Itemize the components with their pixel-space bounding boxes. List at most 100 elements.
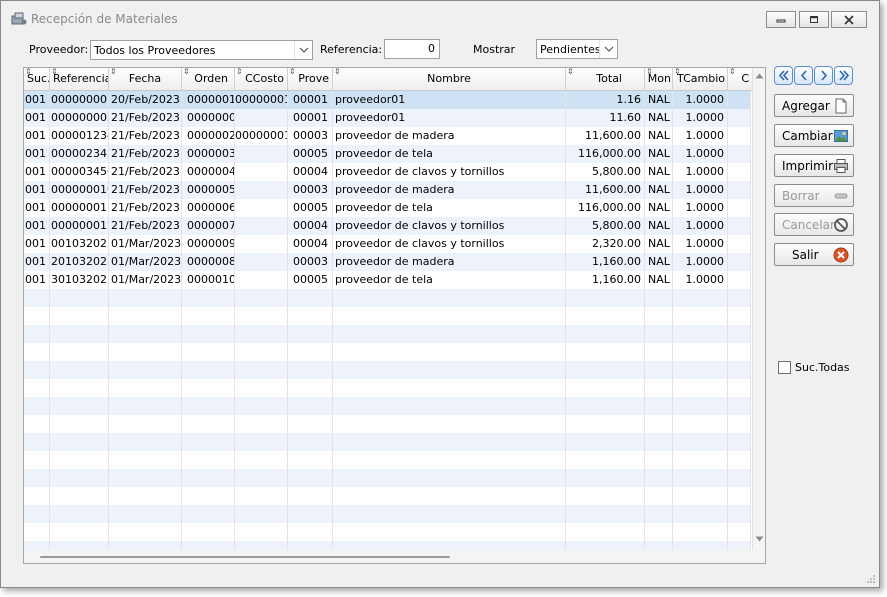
title-bar: Recepción de Materiales xyxy=(1,1,879,35)
maximize-button[interactable] xyxy=(799,11,829,28)
cambiar-button[interactable]: Cambiar xyxy=(774,124,854,147)
cell-prove: 00003 xyxy=(288,253,333,271)
close-button[interactable] xyxy=(831,11,867,28)
cell-nombre: proveedor de tela xyxy=(333,145,566,163)
cell-nombre: proveedor de clavos y tornillos xyxy=(333,217,566,235)
cell-total: 1.16 xyxy=(566,91,645,109)
sort-icon: ⇕ xyxy=(110,68,117,76)
table-row[interactable]: 001 000000011 21/Feb/2023 0000006 00005 prove… xyxy=(24,199,751,217)
cell-mon xyxy=(645,343,673,361)
cell-tcambio xyxy=(673,505,728,523)
column-header-c[interactable]: ⇕ C xyxy=(728,68,751,90)
cell-suc xyxy=(24,505,50,523)
cell-mon xyxy=(645,397,673,415)
receptions-grid[interactable]: ⇕ Suc. ⇕ Referencia ⇕ Fecha ⇕ Orden ⇕ CCosto … xyxy=(23,67,766,564)
cell-fecha: 20/Feb/2023 xyxy=(109,91,182,109)
table-row[interactable]: 001 000000010 21/Feb/2023 0000005 00003 prove… xyxy=(24,181,751,199)
column-header-mon[interactable]: ⇕ Mon xyxy=(645,68,673,90)
cell-ccosto xyxy=(235,487,288,505)
cell-total: 5,800.00 xyxy=(566,163,645,181)
cell-fecha xyxy=(109,487,182,505)
minus-icon xyxy=(834,193,848,199)
cell-fecha xyxy=(109,307,182,325)
minimize-button[interactable] xyxy=(766,11,796,28)
cell-nombre: proveedor01 xyxy=(333,91,566,109)
cell-prove xyxy=(288,433,333,451)
cell-prove xyxy=(288,361,333,379)
suc-todas-checkbox[interactable] xyxy=(778,361,791,374)
cell-c xyxy=(728,505,751,523)
grid-body: 001 000000001 20/Feb/2023 0000001 00000001 00… xyxy=(24,91,751,559)
cell-c xyxy=(728,127,751,145)
table-row[interactable]: 001 201032023 01/Mar/2023 0000008 00003 prove… xyxy=(24,253,751,271)
cell-suc xyxy=(24,289,50,307)
column-header-suc[interactable]: ⇕ Suc. xyxy=(24,68,50,90)
table-row[interactable]: 001 301032023 01/Mar/2023 0000010 00005 prove… xyxy=(24,271,751,289)
previous-record-button[interactable] xyxy=(794,66,813,85)
cell-orden xyxy=(182,523,235,541)
cell-total: 11,600.00 xyxy=(566,127,645,145)
imprimir-button[interactable]: Imprimir xyxy=(774,154,854,177)
cell-total: 1,160.00 xyxy=(566,253,645,271)
cell-c xyxy=(728,199,751,217)
chevron-down-icon xyxy=(294,41,312,59)
cell-fecha: 21/Feb/2023 xyxy=(109,163,182,181)
cell-fecha: 01/Mar/2023 xyxy=(109,253,182,271)
cancelar-button[interactable]: Cancelar xyxy=(774,213,854,236)
referencia-input[interactable]: 0 xyxy=(384,39,440,59)
cell-referencia xyxy=(50,343,109,361)
cell-tcambio: 1.0000 xyxy=(673,181,728,199)
agregar-button[interactable]: Agregar xyxy=(774,94,854,117)
table-row[interactable]: 001 000003456 21/Feb/2023 0000004 00004 prove… xyxy=(24,163,751,181)
cell-fecha xyxy=(109,379,182,397)
cell-total xyxy=(566,505,645,523)
table-row[interactable]: 001 000001234 21/Feb/2023 0000002 00000001 00… xyxy=(24,127,751,145)
cell-ccosto xyxy=(235,433,288,451)
empty-table-row xyxy=(24,307,751,325)
column-header-fecha[interactable]: ⇕ Fecha xyxy=(109,68,182,90)
cell-total xyxy=(566,397,645,415)
salir-button[interactable]: Salir xyxy=(774,243,854,266)
table-row[interactable]: 001 000000001 20/Feb/2023 0000001 00000001 00… xyxy=(24,91,751,109)
cell-referencia: 000000012 xyxy=(50,217,109,235)
table-row[interactable]: 001 000000002 21/Feb/2023 0000000 00001 prove… xyxy=(24,109,751,127)
horizontal-scroll-thumb[interactable] xyxy=(40,556,450,558)
cell-prove xyxy=(288,523,333,541)
column-header-nombre[interactable]: ⇕ Nombre xyxy=(333,68,566,90)
next-record-button[interactable] xyxy=(814,66,833,85)
cell-ccosto xyxy=(235,451,288,469)
column-header-referencia[interactable]: ⇕ Referencia xyxy=(50,68,109,90)
cell-suc xyxy=(24,415,50,433)
empty-table-row xyxy=(24,397,751,415)
cell-fecha: 21/Feb/2023 xyxy=(109,145,182,163)
last-record-button[interactable] xyxy=(834,66,853,85)
new-document-icon xyxy=(835,98,847,114)
first-record-button[interactable] xyxy=(774,66,793,85)
cell-ccosto xyxy=(235,325,288,343)
proveedor-select-value: Todos los Proveedores xyxy=(94,44,216,57)
sort-icon: ⇕ xyxy=(674,68,681,76)
table-row[interactable]: 001 000000012 21/Feb/2023 0000007 00004 prove… xyxy=(24,217,751,235)
cell-suc: 001 xyxy=(24,181,50,199)
vertical-scrollbar[interactable] xyxy=(752,68,765,550)
table-row[interactable]: 001 001032023 01/Mar/2023 0000009 00004 prove… xyxy=(24,235,751,253)
column-header-ccosto[interactable]: ⇕ CCosto xyxy=(235,68,288,90)
column-header-total[interactable]: ⇕ Total xyxy=(566,68,645,90)
horizontal-scrollbar[interactable] xyxy=(24,550,765,563)
cell-total: 11.60 xyxy=(566,109,645,127)
resize-grip-icon[interactable] xyxy=(866,574,876,584)
cell-suc: 001 xyxy=(24,199,50,217)
cell-ccosto xyxy=(235,469,288,487)
proveedor-select[interactable]: Todos los Proveedores xyxy=(90,40,313,60)
table-row[interactable]: 001 000002345 21/Feb/2023 0000003 00005 prove… xyxy=(24,145,751,163)
column-header-orden[interactable]: ⇕ Orden xyxy=(182,68,235,90)
cell-orden xyxy=(182,325,235,343)
borrar-button[interactable]: Borrar xyxy=(774,184,854,207)
double-chevron-right-icon xyxy=(838,70,849,81)
column-header-tcambio[interactable]: ⇕ TCambio xyxy=(673,68,728,90)
mostrar-select[interactable]: Pendientes xyxy=(536,39,618,59)
cell-tcambio xyxy=(673,523,728,541)
cell-fecha xyxy=(109,361,182,379)
printer-icon xyxy=(834,159,848,173)
column-header-prove[interactable]: ⇕ Prove xyxy=(288,68,333,90)
